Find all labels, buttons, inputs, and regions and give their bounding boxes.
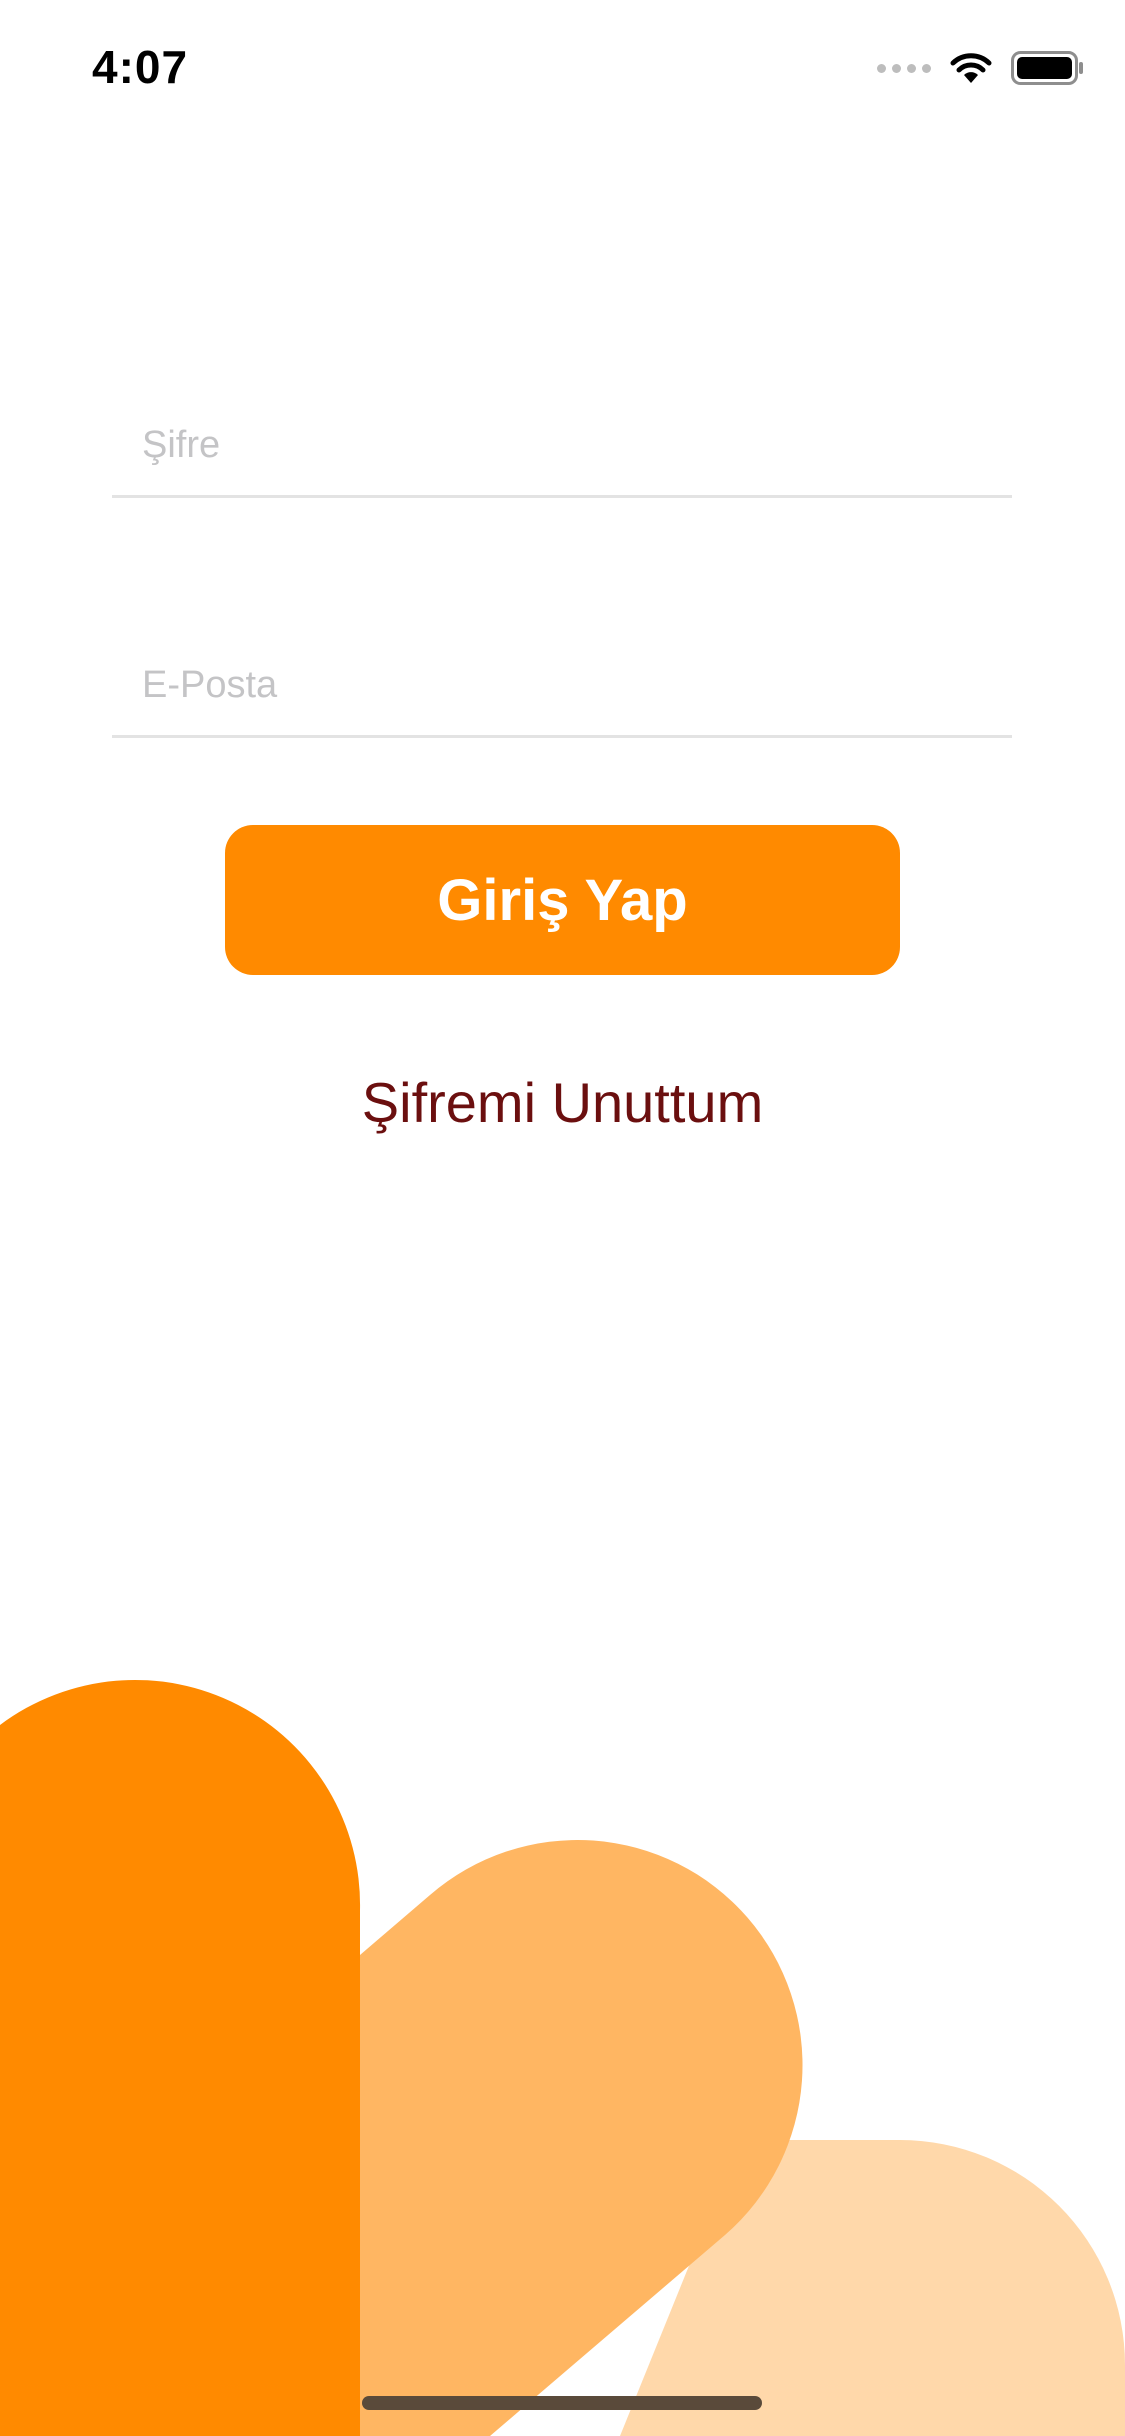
signal-icon [877, 63, 931, 73]
email-field [112, 625, 1012, 738]
decorative-background-shapes [0, 1679, 1125, 2436]
decor-shape-dark [0, 1679, 361, 2436]
forgot-password-link[interactable]: Şifremi Unuttum [0, 1070, 1125, 1135]
decor-shape-mid [360, 1839, 803, 2436]
status-time: 4:07 [92, 41, 189, 93]
decor-shape-light [620, 2140, 1125, 2436]
battery-icon [1011, 51, 1083, 85]
password-field [112, 385, 1012, 498]
login-button[interactable]: Giriş Yap [225, 825, 900, 975]
home-indicator [362, 2396, 762, 2410]
status-icons [877, 48, 1085, 88]
email-input[interactable] [142, 664, 982, 707]
password-input[interactable] [142, 424, 982, 467]
status-bar: 4:07 [0, 0, 1125, 140]
wifi-icon [950, 53, 992, 83]
